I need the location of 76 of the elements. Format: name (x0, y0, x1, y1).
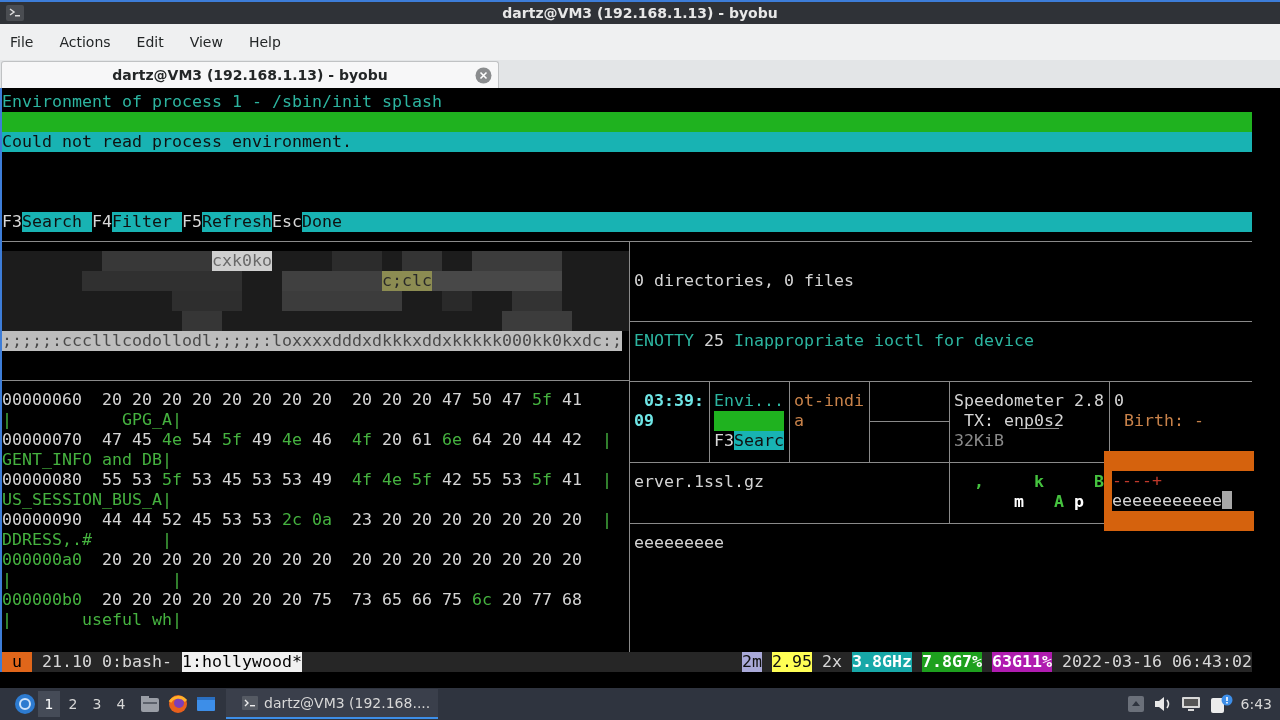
browser-icon[interactable] (168, 694, 188, 714)
key-label: F4 (92, 212, 112, 232)
clock-text: 03:39:09 (634, 391, 704, 431)
key-label: F5 (181, 212, 202, 232)
key-label: Esc (271, 212, 302, 232)
glyph-text: A (1053, 492, 1064, 511)
close-icon[interactable] (475, 67, 492, 84)
workspace-button[interactable]: 2 (62, 691, 84, 717)
process-title: Environment of process 1 - /sbin/init splash (2, 92, 442, 111)
notification-icon[interactable] (1208, 694, 1233, 714)
selection-bar (714, 411, 784, 431)
status-indicator: 7.8G7% (922, 652, 983, 672)
terminal-tab[interactable]: dartz@VM3 (192.168.1.13) - byobu (1, 61, 499, 88)
border-text: ----+ (1112, 471, 1162, 490)
pane-title: Envi... (714, 391, 785, 411)
ascii-art-text: cxk0ko (212, 251, 272, 271)
hexdump-line: 000000b0 20 20 20 20 20 20 20 75 73 65 66 75 6c 20 77 68 | useful wh| (2, 590, 583, 630)
window-tab[interactable]: 0:bash- (101, 652, 172, 672)
glyph-text: , k B (973, 472, 1104, 491)
glyph-text: m (1013, 492, 1024, 511)
terminal-icon (6, 5, 24, 21)
ascii-art-text: ;;;;;:ccclllcodollodl;;;;;:loxxxxdddxdkkkxddxkkkkk000kk0kxdc:; (2, 331, 622, 351)
hexdump-line: 00000070 47 45 4e 54 5f 49 4e 46 4f 20 61 6e 64 20 44 42 |GENT_INFO and DB| (2, 430, 613, 470)
hexdump-line: 00000060 20 20 20 20 20 20 20 20 20 20 20 47 50 47 5f 41 | GPG_A| (2, 390, 583, 430)
status-indicator: 2x (822, 652, 843, 672)
key-action[interactable]: Done (301, 212, 372, 232)
start-menu-icon[interactable] (14, 693, 36, 715)
interface-label: TX: enp0s2 (964, 411, 1064, 430)
log-text: ot-india (794, 391, 864, 431)
window-title: dartz@VM3 (192.168.1.13) - byobu (502, 5, 778, 21)
session-badge: u (2, 652, 32, 672)
workspace-button[interactable]: 3 (86, 691, 108, 717)
monitor-icon[interactable] (1180, 695, 1201, 713)
key-label: F3 (714, 431, 734, 450)
glyph-text: p (1073, 492, 1084, 511)
speedometer-title: Speedometer 2.8 (954, 391, 1105, 411)
errno-number: 25 (704, 331, 724, 350)
errno-name: ENOTTY (634, 331, 694, 350)
workspace-button[interactable]: 4 (110, 691, 132, 717)
folder-icon[interactable] (140, 695, 160, 713)
window-tab[interactable]: 1:hollywood* (181, 652, 302, 672)
tree-summary: 0 directories, 0 files (634, 271, 854, 290)
key-action: Searc (734, 431, 784, 450)
menu-item[interactable]: Help (240, 30, 289, 54)
output-text: eeeeeeeee (634, 533, 724, 552)
errno-description: Inappropriate ioctl for device (734, 331, 1034, 350)
workspace-button[interactable]: 1 (38, 691, 60, 717)
menu-item[interactable]: File (2, 30, 42, 54)
key-label: F3 (2, 212, 22, 232)
status-indicator: 3.8GHz (852, 652, 913, 672)
stat-value: 0 (1114, 391, 1124, 410)
ascii-art-text: c;clc (382, 271, 432, 291)
key-action[interactable]: Refresh (201, 212, 272, 232)
window-icon[interactable] (196, 695, 216, 713)
status-indicator: 2m (742, 652, 763, 672)
menu-item[interactable]: Edit (128, 30, 172, 54)
task-label: dartz@VM3 (192.168.... (264, 695, 431, 711)
clock-label[interactable]: 6:43 (1240, 696, 1272, 712)
file-name: erver.1ssl.gz (634, 472, 764, 491)
error-message: Could not read process environment. (2, 132, 1252, 152)
status-indicator: 2022-03-16 06:43:02 (1062, 652, 1252, 672)
input-text: eeeeeeeeeee (1112, 491, 1222, 510)
hexdump-line: 000000a0 20 20 20 20 20 20 20 20 20 20 20 20 20 20 20 20 | | (2, 550, 583, 590)
cursor-block (1222, 491, 1232, 509)
hexdump-line: 00000090 44 44 52 45 53 53 2c 0a 23 20 20 20 20 20 20 20 |DDRESS,.# | (2, 510, 613, 550)
taskbar-task[interactable]: dartz@VM3 (192.168.... (226, 689, 439, 719)
menu-item[interactable]: View (181, 30, 231, 54)
release-label: 21.10 (41, 652, 92, 672)
birth-label: Birth: - (1124, 411, 1204, 430)
key-action[interactable]: Search (22, 212, 92, 232)
status-indicator: 2.95 (772, 652, 813, 672)
terminal-icon (242, 696, 258, 710)
size-label: 32KiB (954, 431, 1004, 450)
menu-item[interactable]: Actions (51, 30, 119, 54)
hexdump-line: 00000080 55 53 5f 53 45 53 53 49 4f 4e 5f 42 55 53 5f 41 |US_SESSION_BUS_A| (2, 470, 613, 510)
status-indicator: 63G11% (992, 652, 1052, 672)
